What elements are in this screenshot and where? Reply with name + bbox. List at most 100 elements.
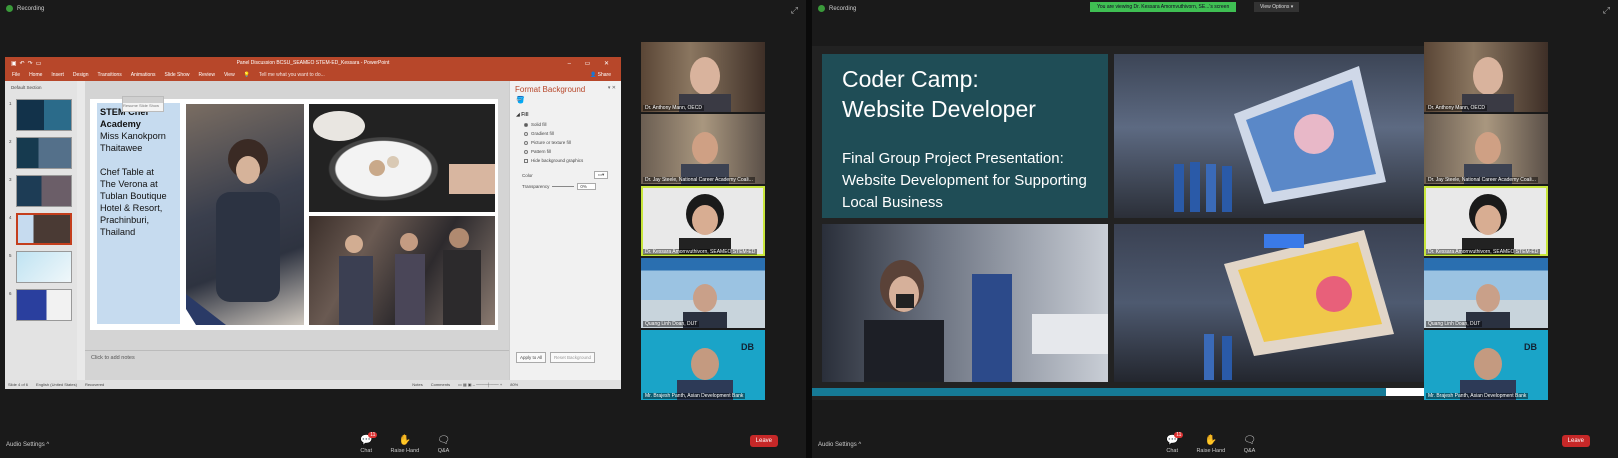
view-options-button[interactable]: View Options ▾	[1254, 2, 1300, 12]
tab-animations[interactable]: Animations	[131, 72, 156, 78]
chat-button[interactable]: 💬 11 Chat	[360, 432, 378, 454]
fill-option-radio[interactable]: Pattern fill	[510, 149, 621, 154]
tab-design[interactable]: Design	[73, 72, 89, 78]
color-row: Color ▭▾	[510, 171, 621, 179]
participant-tile[interactable]: DB Mr. Brajesh Panth, Asian Development …	[1424, 330, 1548, 400]
tab-insert[interactable]: Insert	[51, 72, 64, 78]
tab-file[interactable]: File	[12, 72, 20, 78]
resume-slideshow-popup[interactable]: Resume Slide Show	[122, 96, 164, 112]
slide-line: Thailand	[100, 227, 136, 237]
powerpoint-window: ▣↶↷▭ Panel Discussion BCSU_SEAMEO STEM-E…	[5, 57, 621, 389]
tab-transitions[interactable]: Transitions	[98, 72, 122, 78]
slide-line: Miss Kanokporn	[100, 131, 166, 141]
audio-settings-button[interactable]: Audio Settings ^	[818, 442, 861, 448]
raise-hand-button[interactable]: ✋ Raise Hand	[390, 435, 419, 454]
participant-name: Quang Linh Doan, DUT	[1426, 321, 1483, 327]
slide-line: Prachinburi,	[100, 215, 150, 225]
notes-pane[interactable]: Click to add notes	[85, 350, 509, 364]
raise-hand-button[interactable]: ✋ Raise Hand	[1196, 435, 1225, 454]
participant-name: Dr. Kessara Amornvuthivorn, SEAMEO STEM-…	[1426, 249, 1541, 255]
apply-to-all-button[interactable]: Apply to All	[516, 352, 547, 363]
quick-access-icons[interactable]: ▣↶↷▭	[11, 60, 44, 67]
tab-view[interactable]: View	[224, 72, 235, 78]
color-label: Color	[522, 172, 533, 178]
slide-subtitle-line: Website Development for Supporting	[842, 172, 1087, 189]
participant-tile-active-speaker[interactable]: Dr. Kessara Amornvuthivorn, SEAMEO STEM-…	[641, 186, 765, 256]
color-picker[interactable]: ▭▾	[593, 171, 609, 179]
svg-text:DB: DB	[741, 342, 754, 352]
participant-video	[1462, 194, 1514, 256]
participant-tile[interactable]: Dr. Jay Steele, National Career Academy …	[641, 114, 765, 184]
tab-review[interactable]: Review	[199, 72, 215, 78]
slide-counter: Slide 4 of 6	[8, 382, 29, 387]
slide-text-box[interactable]: STEM Chef Academy Miss Kanokporn Thaitaw…	[97, 103, 180, 324]
slide-line: Tublan Boutique	[100, 191, 167, 201]
qa-button[interactable]: 🗨 Q&A	[437, 435, 450, 454]
participant-name: Dr. Anthony Mann, OECD	[1426, 105, 1487, 111]
thumb-number: 5	[9, 253, 12, 258]
classroom-photo-top	[1114, 54, 1424, 218]
close-icon[interactable]: ▾ ✕	[608, 85, 616, 91]
reset-background-button[interactable]: Reset Background	[550, 352, 596, 363]
participant-tile[interactable]: Quang Linh Doan, DUT	[1424, 258, 1548, 328]
shield-icon	[818, 5, 825, 12]
tab-slide-show[interactable]: Slide Show	[165, 72, 190, 78]
share-button[interactable]: 👤 Share	[590, 72, 611, 78]
plated-food-photo	[309, 104, 495, 212]
chefs-team-photo	[309, 216, 495, 325]
leave-button[interactable]: Leave	[1561, 435, 1590, 447]
slide-thumbnail[interactable]	[16, 251, 72, 283]
leave-button[interactable]: Leave	[749, 435, 778, 447]
qa-button[interactable]: 🗨 Q&A	[1243, 435, 1256, 454]
participant-tile[interactable]: DB Mr. Brajesh Panth, Asian Development …	[641, 330, 765, 400]
zoom-level[interactable]: 80%	[510, 382, 518, 387]
slide-thumbnail[interactable]	[16, 175, 72, 207]
zoom-slider[interactable]: ▭ ▦ ▣ – ────┼─── +	[458, 382, 502, 387]
participant-tile[interactable]: Quang Linh Doan, DUT	[641, 258, 765, 328]
fill-option-radio[interactable]: Picture or texture fill	[510, 140, 621, 145]
fill-option-radio[interactable]: Gradient fill	[510, 131, 621, 136]
participant-name: Mr. Brajesh Panth, Asian Development Ban…	[1426, 393, 1529, 399]
slide-subtitle-line: Final Group Project Presentation:	[842, 150, 1064, 167]
chevron-up-icon: ^	[858, 442, 862, 448]
participant-tile[interactable]: Dr. Jay Steele, National Career Academy …	[1424, 114, 1548, 184]
slide-thumbnail-selected[interactable]	[16, 213, 72, 245]
participant-video	[679, 57, 731, 112]
screen-share-banner: You are viewing Dr. Kessara Amornvuthivo…	[1090, 2, 1237, 12]
slide-progress-bar	[812, 388, 1430, 396]
current-slide[interactable]: STEM Chef Academy Miss Kanokporn Thaitaw…	[90, 99, 498, 330]
paint-bucket-icon[interactable]: 🪣	[510, 94, 621, 106]
slide-thumbnail[interactable]	[16, 99, 72, 131]
expand-icon[interactable]: ⤢	[791, 5, 798, 16]
language-status[interactable]: English (United States)	[36, 382, 77, 387]
transparency-input[interactable]: 0%	[577, 183, 596, 190]
slide-line: Hotel & Resort,	[100, 203, 163, 213]
notes-placeholder[interactable]: Click to add notes	[91, 355, 135, 361]
slide-thumbnail[interactable]	[16, 137, 72, 169]
participant-tile[interactable]: Dr. Anthony Mann, OECD	[1424, 42, 1548, 112]
thumb-number: 4	[9, 215, 12, 220]
section-label[interactable]: Default Section	[5, 81, 77, 90]
fill-option-label: Hide background graphics	[531, 158, 584, 163]
resume-slideshow-label[interactable]: Resume Slide Show	[123, 103, 159, 108]
slide-thumbnails-pane: Default Section 1 2 3 4 5 6	[5, 81, 77, 381]
tab-home[interactable]: Home	[29, 72, 42, 78]
notes-toggle[interactable]: Notes	[412, 382, 422, 387]
participant-tile-active-speaker[interactable]: Dr. Kessara Amornvuthivorn, SEAMEO STEM-…	[1424, 186, 1548, 256]
transparency-slider[interactable]	[552, 186, 575, 187]
hide-bg-checkbox[interactable]: Hide background graphics	[510, 158, 621, 163]
radio-icon	[524, 122, 528, 127]
comments-toggle[interactable]: Comments	[431, 382, 450, 387]
slide-thumbnail[interactable]	[16, 289, 72, 321]
audio-settings-button[interactable]: Audio Settings ^	[6, 442, 49, 448]
participant-tile[interactable]: Dr. Anthony Mann, OECD	[641, 42, 765, 112]
participant-video: DB	[677, 342, 754, 400]
fill-section[interactable]: ◢ Fill	[510, 112, 621, 118]
meeting-controls: 💬 11 Chat ✋ Raise Hand 🗨 Q&A	[360, 432, 450, 454]
recovered-status: Recovered	[84, 382, 105, 387]
tell-me-input[interactable]: Tell me what you want to do...	[259, 72, 325, 78]
window-controls[interactable]: – ▭ ✕	[568, 60, 615, 67]
chat-button[interactable]: 💬 11 Chat	[1166, 432, 1184, 454]
expand-icon[interactable]: ⤢	[1603, 5, 1610, 16]
fill-option-radio[interactable]: Solid fill	[510, 122, 621, 127]
